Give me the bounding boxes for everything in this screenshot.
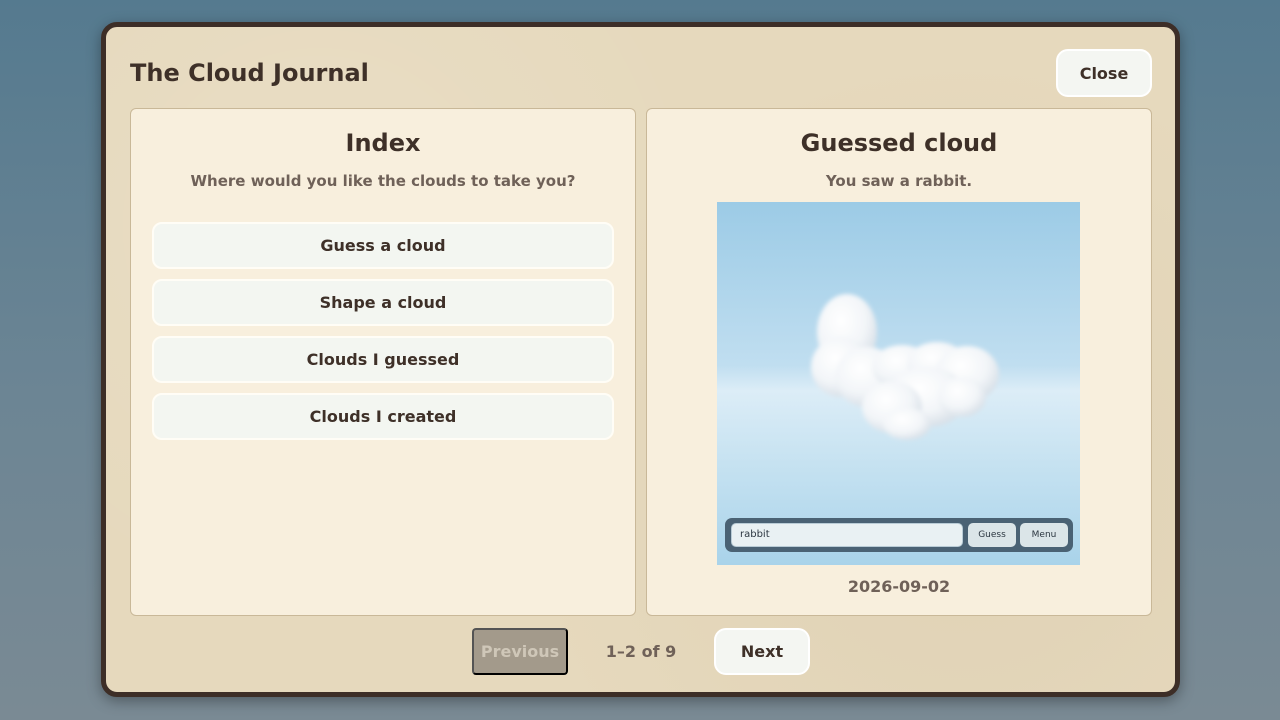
next-button[interactable]: Next [714,628,810,675]
detail-panel: Guessed cloud You saw a rabbit. rabbit G… [646,108,1152,616]
journal-title: The Cloud Journal [130,59,369,87]
close-button[interactable]: Close [1056,49,1152,97]
shape-a-cloud-button[interactable]: Shape a cloud [152,279,614,326]
page-count: 1–2 of 9 [605,642,677,661]
clouds-i-created-button[interactable]: Clouds I created [152,393,614,440]
clouds-i-guessed-button[interactable]: Clouds I guessed [152,336,614,383]
thumbnail-guess-bar: rabbit Guess Menu [725,518,1073,552]
cloud-journal-window: The Cloud Journal Close Index Where woul… [101,22,1180,697]
index-title: Index [345,129,421,157]
thumbnail-menu-button: Menu [1020,523,1068,547]
guess-a-cloud-button[interactable]: Guess a cloud [152,222,614,269]
detail-subtitle: You saw a rabbit. [825,172,973,190]
cloud-image [811,294,999,440]
index-panel: Index Where would you like the clouds to… [130,108,636,616]
thumbnail-guess-button: Guess [968,523,1016,547]
cloud-thumbnail: rabbit Guess Menu [717,202,1080,565]
index-subtitle: Where would you like the clouds to take … [190,172,576,190]
thumbnail-guess-input: rabbit [731,523,963,547]
previous-button[interactable]: Previous [472,628,568,675]
cloud-date: 2026-09-02 [847,577,951,596]
detail-title: Guessed cloud [800,129,998,157]
